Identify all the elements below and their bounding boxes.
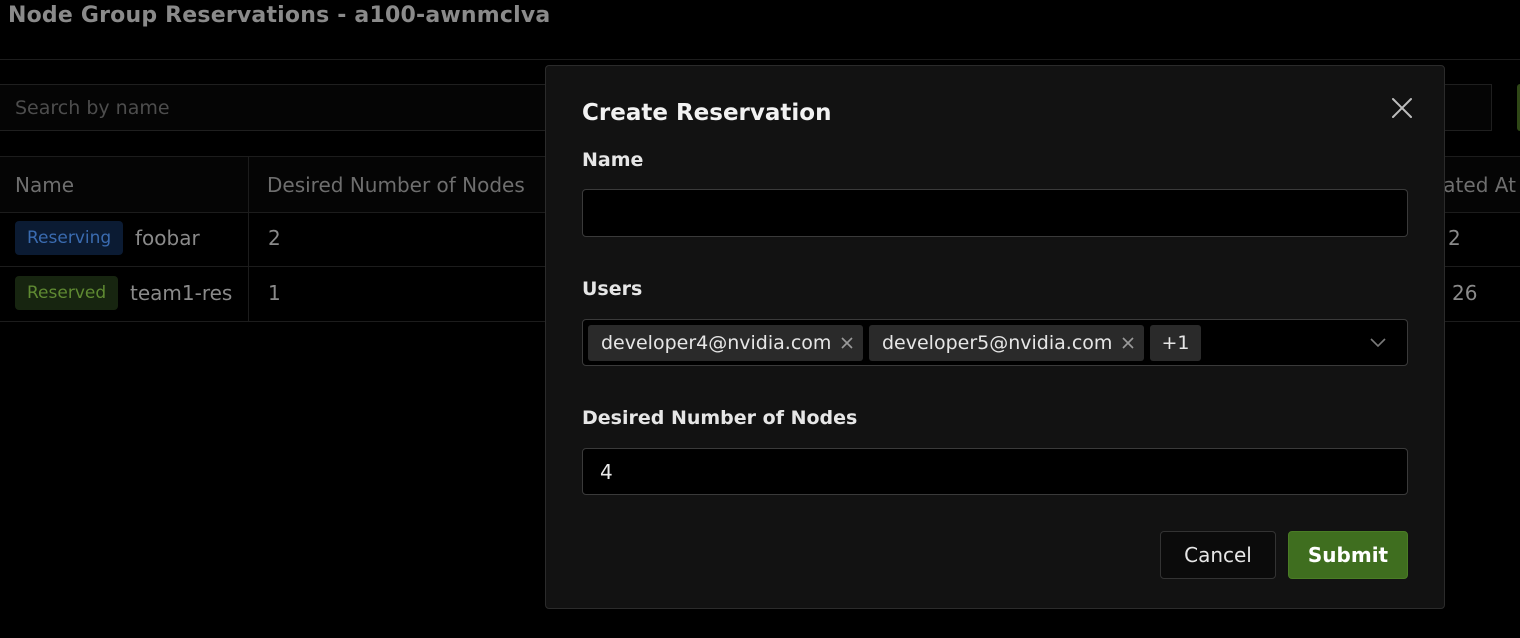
user-tag: developer5@nvidia.com [869, 325, 1144, 361]
search-input[interactable] [15, 95, 515, 121]
user-tag: developer4@nvidia.com [588, 325, 863, 361]
desired-nodes-label: Desired Number of Nodes [582, 407, 858, 429]
status-badge: Reserved [15, 276, 119, 310]
created-at-value: 2 [1448, 226, 1461, 250]
chevron-down-icon[interactable] [1369, 335, 1387, 349]
column-divider [248, 212, 249, 266]
desired-nodes-input[interactable] [600, 459, 1380, 485]
cancel-button[interactable]: Cancel [1160, 531, 1276, 579]
column-header-name[interactable]: Name [15, 173, 74, 197]
reservation-name[interactable]: team1-res [130, 281, 232, 305]
user-tag-label: developer4@nvidia.com [601, 332, 832, 354]
status-badge: Reserving [15, 221, 124, 255]
desired-nodes-field [582, 448, 1408, 495]
remove-tag-icon[interactable] [1121, 336, 1135, 350]
column-header-desired-nodes[interactable]: Desired Number of Nodes [267, 173, 525, 197]
name-label: Name [582, 149, 644, 171]
desired-nodes-value: 1 [268, 281, 281, 305]
page: Node Group Reservations - a100-awnmclva … [0, 0, 1520, 638]
users-label: Users [582, 278, 643, 300]
close-button[interactable] [1388, 94, 1416, 122]
name-input[interactable] [600, 200, 1380, 226]
page-title: Node Group Reservations - a100-awnmclva [8, 3, 551, 28]
remove-tag-icon[interactable] [840, 336, 854, 350]
name-field [582, 189, 1408, 237]
column-divider [248, 267, 249, 321]
desired-nodes-value: 2 [268, 226, 281, 250]
close-icon [1392, 98, 1412, 118]
title-divider [0, 59, 1520, 60]
user-tag-label: developer5@nvidia.com [882, 332, 1113, 354]
users-multiselect[interactable]: developer4@nvidia.com developer5@nvidia.… [582, 319, 1408, 366]
submit-button[interactable]: Submit [1288, 531, 1408, 579]
dialog-title: Create Reservation [582, 100, 832, 126]
more-users-badge[interactable]: +1 [1150, 325, 1201, 361]
column-divider [248, 157, 249, 212]
reservation-name[interactable]: foobar [135, 226, 200, 250]
create-reservation-dialog: Create Reservation Name Users developer4… [545, 65, 1445, 609]
